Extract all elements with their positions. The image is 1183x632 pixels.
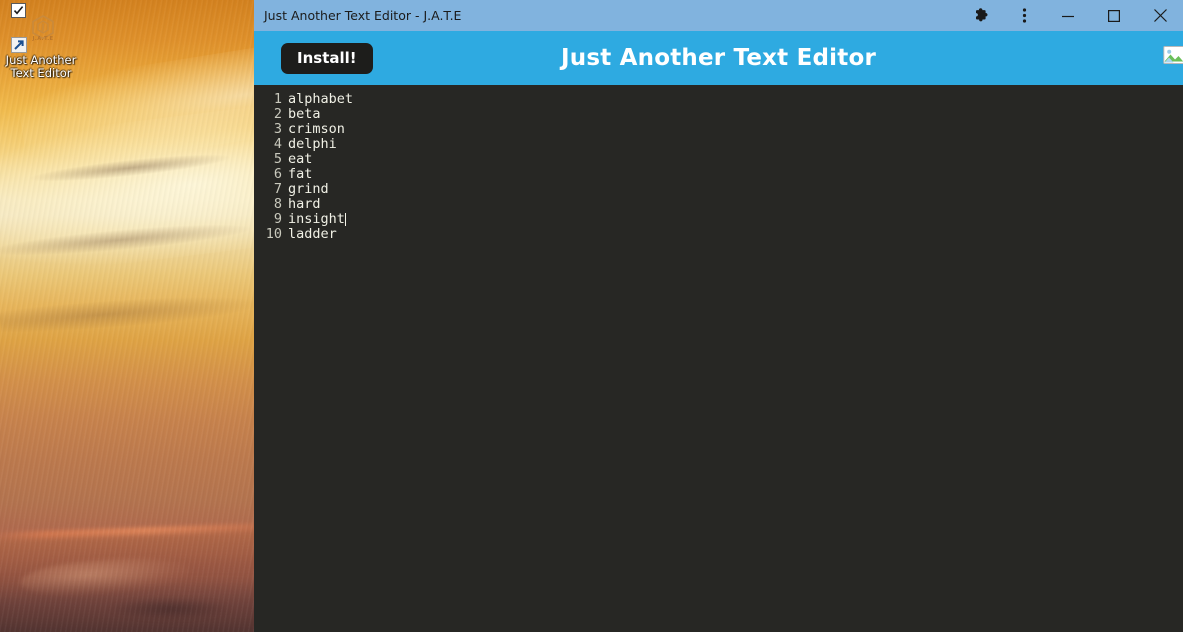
code-line[interactable]: 7 grind <box>254 182 1183 197</box>
line-number: 6 <box>273 166 282 182</box>
shortcut-arrow-icon <box>11 37 27 53</box>
line-number: 4 <box>273 136 282 152</box>
code-line[interactable]: 8 hard <box>254 197 1183 212</box>
screen: J.A.T.E Just Another Text Editor Just An… <box>0 0 1183 632</box>
line-number: 1 <box>273 91 282 107</box>
line-number: 5 <box>273 151 282 167</box>
line-number: 9 <box>273 211 282 227</box>
code-line[interactable]: 4 delphi <box>254 137 1183 152</box>
line-text[interactable]: fat <box>288 167 312 182</box>
selection-checkbox[interactable] <box>11 3 26 18</box>
desktop-icon-jate[interactable]: J.A.T.E Just Another Text Editor <box>2 3 80 80</box>
window-titlebar[interactable]: Just Another Text Editor - J.A.T.E <box>254 0 1183 31</box>
line-text[interactable]: alphabet <box>288 92 353 107</box>
jate-logo-text: J.A.T.E <box>32 36 54 42</box>
line-text[interactable]: crimson <box>288 122 345 137</box>
install-button[interactable]: Install! <box>281 42 373 74</box>
maximize-button[interactable] <box>1091 0 1137 31</box>
close-button[interactable] <box>1137 0 1183 31</box>
line-text[interactable]: insight <box>288 212 345 227</box>
code-line[interactable]: 10 ladder <box>254 227 1183 242</box>
line-number: 7 <box>273 181 282 197</box>
desktop-background[interactable]: J.A.T.E Just Another Text Editor <box>0 0 254 632</box>
broken-image-icon <box>1163 45 1183 69</box>
code-line[interactable]: 6 fat <box>254 167 1183 182</box>
window-title: Just Another Text Editor - J.A.T.E <box>264 8 462 23</box>
line-text[interactable]: hard <box>288 197 321 212</box>
desktop-icon-art: J.A.T.E <box>11 3 65 53</box>
line-text[interactable]: ladder <box>288 227 337 242</box>
desktop-icon-label: Just Another Text Editor <box>5 53 77 80</box>
app-window: Just Another Text Editor - J.A.T.E Insta… <box>254 0 1183 632</box>
line-number: 10 <box>265 226 282 242</box>
code-line[interactable]: 9 insight <box>254 212 1183 227</box>
line-text[interactable]: grind <box>288 182 329 197</box>
wallpaper-dust-wisp <box>29 149 231 187</box>
line-text[interactable]: eat <box>288 152 312 167</box>
extensions-puzzle-icon[interactable] <box>961 0 1003 31</box>
line-text[interactable]: beta <box>288 107 321 122</box>
line-text[interactable]: delphi <box>288 137 337 152</box>
app-header: Install! Just Another Text Editor <box>254 31 1183 85</box>
code-line[interactable]: 2 beta <box>254 107 1183 122</box>
wallpaper-dust-wisp <box>0 218 251 262</box>
code-line[interactable]: 3 crimson <box>254 122 1183 137</box>
code-lines: 1 alphabet 2 beta 3 crimson 4 delphi 5 eat 6 fat 7 gr… <box>254 92 1183 242</box>
line-number: 2 <box>273 106 282 122</box>
text-cursor <box>344 213 346 226</box>
page-title: Just Another Text Editor <box>561 45 876 71</box>
wallpaper-rock <box>110 598 230 620</box>
wallpaper-dust-wisp <box>0 291 254 335</box>
line-number: 8 <box>273 196 282 212</box>
minimize-button[interactable] <box>1045 0 1091 31</box>
text-editor-area[interactable]: 1 alphabet 2 beta 3 crimson 4 delphi 5 eat 6 fat 7 gr… <box>254 85 1183 632</box>
code-line[interactable]: 1 alphabet <box>254 92 1183 107</box>
more-options-icon[interactable] <box>1003 0 1045 31</box>
line-number: 3 <box>273 121 282 137</box>
code-line[interactable]: 5 eat <box>254 152 1183 167</box>
